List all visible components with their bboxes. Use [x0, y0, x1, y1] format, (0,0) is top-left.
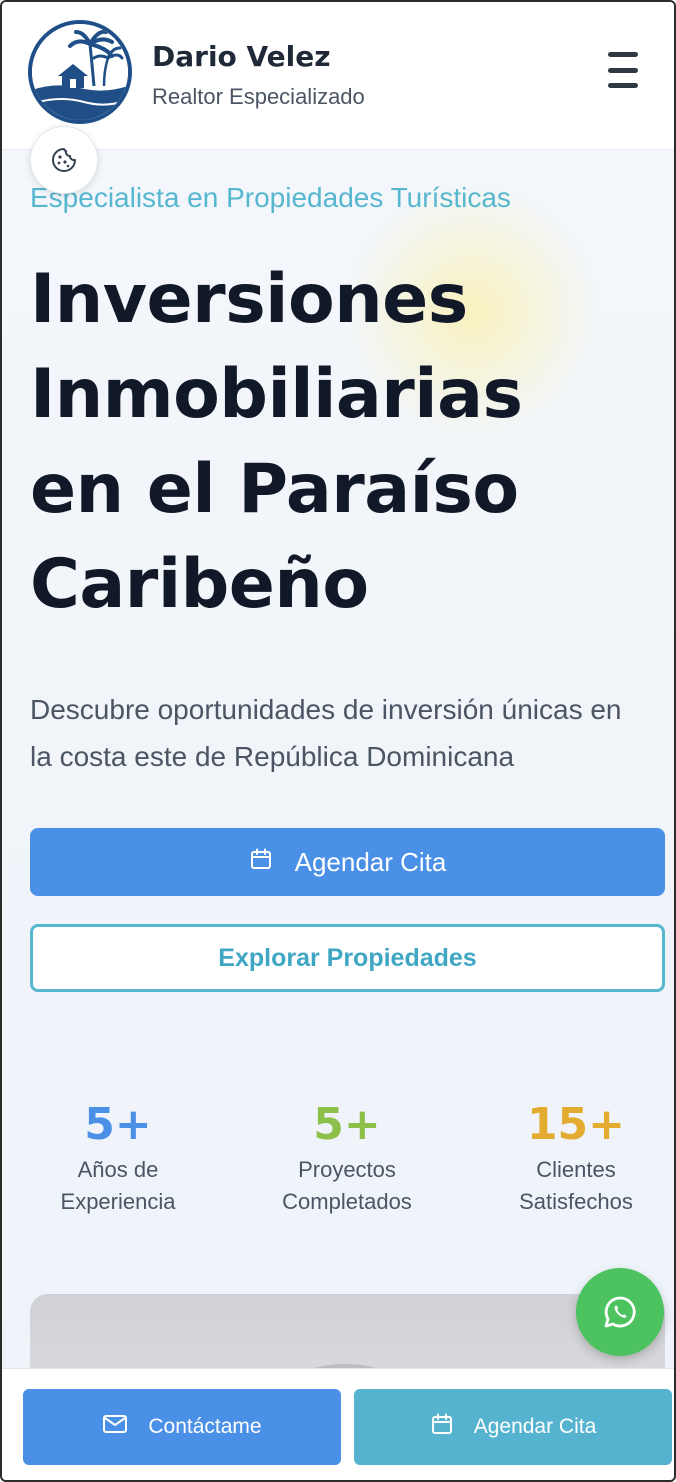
- hero-title-line: Caribeño: [30, 545, 369, 624]
- whatsapp-icon[interactable]: [576, 1268, 664, 1356]
- stat-clients: 15+ Clientes Satisfechos: [466, 1098, 674, 1218]
- brand-name: Dario Velez: [152, 40, 331, 73]
- hero-title: Inversiones Inmobiliarias en el Paraíso …: [30, 252, 650, 632]
- mail-icon: [102, 1413, 128, 1441]
- brand-subtitle: Realtor Especializado: [152, 84, 365, 109]
- bottom-schedule-label: Agendar Cita: [473, 1415, 597, 1438]
- stat-value: 5+: [84, 1099, 152, 1150]
- stat-label: Proyectos Completados: [237, 1154, 457, 1218]
- stat-label-line: Experiencia: [60, 1189, 176, 1214]
- calendar-icon: [249, 847, 273, 878]
- palm-island-logo[interactable]: [28, 20, 132, 124]
- hero-title-line: Inmobiliarias: [30, 355, 523, 434]
- bottom-action-bar: Contáctame Agendar Cita: [2, 1368, 674, 1480]
- contact-label: Contáctame: [148, 1415, 262, 1438]
- hero-subtitle: Descubre oportunidades de inversión únic…: [30, 694, 622, 772]
- hamburger-menu-icon[interactable]: [600, 52, 646, 88]
- stat-label-line: Años de: [77, 1157, 159, 1182]
- page: Dario Velez Realtor Especializado Especi…: [0, 0, 676, 1482]
- stat-label-line: Proyectos: [298, 1157, 396, 1182]
- stat-projects: 5+ Proyectos Completados: [237, 1098, 457, 1218]
- cookie-icon[interactable]: [30, 126, 98, 194]
- stat-label-line: Satisfechos: [519, 1189, 633, 1214]
- calendar-icon: [430, 1412, 454, 1442]
- stat-label: Años de Experiencia: [8, 1154, 228, 1218]
- explore-properties-button[interactable]: Explorar Propiedades: [30, 924, 665, 992]
- stat-value: 15+: [526, 1099, 626, 1150]
- hero-title-line: Inversiones: [30, 260, 468, 339]
- stat-label-line: Completados: [282, 1189, 412, 1214]
- hero-title-line: en el Paraíso: [30, 450, 519, 529]
- hero-eyebrow: Especialista en Propiedades Turísticas: [30, 182, 511, 213]
- schedule-appointment-button[interactable]: Agendar Cita: [30, 828, 665, 896]
- stat-value: 5+: [313, 1099, 381, 1150]
- stat-experience: 5+ Años de Experiencia: [8, 1098, 228, 1218]
- bottom-schedule-button[interactable]: Agendar Cita: [354, 1389, 672, 1465]
- stat-label-line: Clientes: [536, 1157, 616, 1182]
- site-header: Dario Velez Realtor Especializado: [2, 2, 674, 150]
- contact-button[interactable]: Contáctame: [23, 1389, 341, 1465]
- stat-label: Clientes Satisfechos: [466, 1154, 674, 1218]
- schedule-appointment-label: Agendar Cita: [294, 846, 447, 877]
